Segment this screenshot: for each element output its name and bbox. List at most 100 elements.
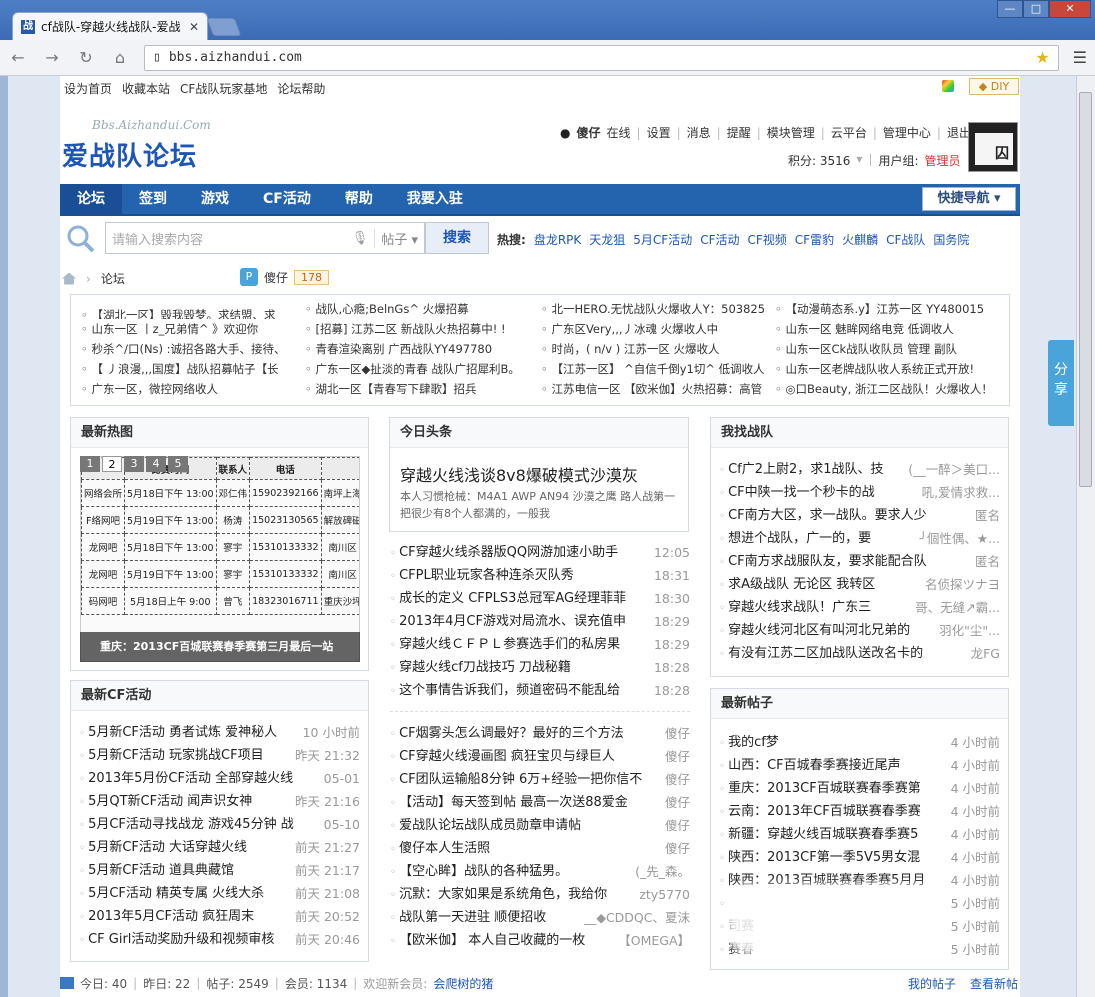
list-item[interactable]: 【活动】每天签到帖 最高一次送88爱金傻仔 [390,791,690,814]
bookmark-star-icon[interactable]: ★ [1035,48,1049,67]
username-link[interactable]: 傻仔 [576,124,600,141]
hot-search-link[interactable]: CF活动 [700,231,739,248]
list-item[interactable]: CF烟雾头怎么调最好？最好的三个方法傻仔 [390,722,690,745]
settings-link[interactable]: 设置 [647,124,671,141]
search-button[interactable]: 搜索 [425,222,489,254]
list-item[interactable]: 5月新CF活动 道具典藏馆前天 21:17 [79,859,360,882]
nav-help[interactable]: 帮助 [328,184,390,214]
list-item[interactable]: 穿越火线求战队！广东三哥、无缝↗霸... [719,596,1000,619]
list-item[interactable]: 想进个战队，广一的，要╯個性偶、★... [719,527,1000,550]
list-item[interactable]: CF南方大区，求一战队。要求人少匿名 [719,504,1000,527]
list-item[interactable]: 陕西：2013CF第一季5V5男女混4 小时前 [719,846,1000,869]
player-base-link[interactable]: CF战队玩家基地 [180,80,267,97]
list-item[interactable]: 5月CF活动寻找战龙 游戏45分钟 战05-10 [79,813,360,836]
list-item[interactable]: ◦ 广东一区◆扯淡的青春 战队广招犀利B。 [305,359,531,379]
breadcrumb-forum[interactable]: 论坛 [101,270,125,287]
list-item[interactable]: 【欧米伽】 本人自己收藏的一枚【OMEGA】 [390,929,690,952]
diy-button[interactable]: ◆ DIY [969,78,1019,95]
search-input[interactable]: 请输入搜索内容 🎙 帖子 ▾ [105,222,425,254]
list-item[interactable]: ◦ 战队,心瘾;BelnGs^ 火爆招募 [305,299,531,319]
view-new-posts-link[interactable]: 查看新帖 [970,975,1018,992]
hot-search-link[interactable]: CF视频 [748,231,787,248]
admin-center-link[interactable]: 管理中心 [883,124,931,141]
slide-page-button[interactable]: 4 [146,456,166,472]
hot-search-link[interactable]: 盘龙RPK [534,231,581,248]
list-item[interactable]: 重庆：2013CF百城联赛春季赛第4 小时前 [719,777,1000,800]
address-bar[interactable]: ▯ bbs.aizhandui.com ★ [144,44,1059,71]
list-item[interactable]: 5月新CF活动 玩家挑战CF项目昨天 21:32 [79,744,360,767]
avatar[interactable]: 囚 [968,122,1018,172]
list-item[interactable]: CF Girl活动奖励升级和视频审核前天 20:46 [79,928,360,951]
nav-join[interactable]: 我要入驻 [390,184,480,214]
list-item[interactable]: 5月CF活动 精英专属 火线大杀前天 21:08 [79,882,360,905]
quick-nav-button[interactable]: 快捷导航 ▾ [922,187,1016,211]
list-item[interactable]: 【空心眸】战队的各种猛男。(_先_森。 [390,860,690,883]
share-button[interactable]: 分享 [1048,340,1074,426]
headline-title[interactable]: 穿越火线浅谈8v8爆破模式沙漠灰 [400,462,638,486]
slide-page-button[interactable]: 3 [124,456,144,472]
list-item[interactable]: CF穿越火线漫画图 疯狂宝贝与绿巨人傻仔 [390,745,690,768]
forum-help-link[interactable]: 论坛帮助 [277,80,325,97]
list-item[interactable]: 2013年5月份CF活动 全部穿越火线05-01 [79,767,360,790]
nav-games[interactable]: 游戏 [184,184,246,214]
back-icon[interactable]: ← [8,48,28,67]
list-item[interactable]: 沉默：大家如果是系统角色，我给你zty5770 [390,883,690,906]
tab-close-icon[interactable]: ✕ [189,20,199,34]
list-item[interactable]: CF团队运输船8分钟 6万+经验一把你信不傻仔 [390,768,690,791]
user-group[interactable]: 管理员 [925,152,961,169]
list-item[interactable]: 新疆：穿越火线百城联赛春季赛54 小时前 [719,823,1000,846]
hot-search-link[interactable]: 5月CF活动 [633,231,692,248]
list-item[interactable]: ◦ 山东一区老牌战队收人系统正式开放! [775,359,1005,379]
list-item[interactable]: 5月QT新CF活动 闻声识女神昨天 21:16 [79,790,360,813]
palette-icon[interactable] [942,80,954,92]
list-item[interactable]: 2013年5月CF活动 疯狂周末前天 20:52 [79,905,360,928]
list-item[interactable]: 2013年4月CF游戏对局流水、误充值申18:29 [390,610,690,633]
list-item[interactable]: ◦ 广东一区，微控网络收人 [81,379,301,399]
microphone-icon[interactable]: 🎙 [352,231,369,246]
site-logo[interactable]: 爱战队论坛 [62,136,197,173]
list-item[interactable]: 5月新CF活动 大话穿越火线前天 21:27 [79,836,360,859]
slide-page-button[interactable]: 2 [102,456,122,472]
list-item[interactable]: 傻仔本人生活照傻仔 [390,837,690,860]
list-item[interactable]: Cf广2上尉2，求1战队、技(__一醉＞美口... [719,458,1000,481]
list-item[interactable]: 成长的定义 CFPLS3总冠军AG经理菲菲18:30 [390,587,690,610]
bookmark-site-link[interactable]: 收藏本站 [122,80,170,97]
forward-icon[interactable]: → [42,48,62,67]
slide-caption[interactable]: 重庆：2013CF百城联赛春季赛第三月最后一站 [80,632,360,662]
menu-icon[interactable]: ☰ [1073,48,1087,67]
list-item[interactable]: ◦ 湖北一区【青春写下肆歌】招兵 [305,379,531,399]
list-item[interactable]: ◦ 【湖北一区】毁我毁梦。求结盟、求 [81,299,301,319]
list-item[interactable]: 5月新CF活动 勇者试炼 爱神秘人10 小时前 [79,721,360,744]
list-item[interactable]: 云南：2013年CF百城联赛春季赛4 小时前 [719,800,1000,823]
list-item[interactable]: ◦ 秒杀^/口(Ns) :诚招各路大手、接待、 [81,339,301,359]
list-item[interactable]: ◦ 山东一区 魅眸网络电竞 低调收人 [775,319,1005,339]
maximize-icon[interactable]: □ [1023,0,1049,18]
nav-cf-activity[interactable]: CF活动 [246,184,328,214]
score-value[interactable]: 积分: 3516 [788,152,850,169]
list-item[interactable]: 这个事情告诉我们，频道密码不能乱给18:28 [390,679,690,702]
hot-search-link[interactable]: CF战队 [886,231,925,248]
hot-search-link[interactable]: 国务院 [933,231,969,248]
list-item[interactable]: CF南方求战服队友，要求能配合队匿名 [719,550,1000,573]
newest-member-link[interactable]: 会爬树的猪 [433,975,493,992]
list-item[interactable]: ◦ 山东一区Ck战队收队员 管理 副队 [775,339,1005,359]
dropdown-icon[interactable]: ▾ [856,152,862,169]
list-item[interactable]: CF中陕一找一个秒卡的战吼,爱情求救... [719,481,1000,504]
list-item[interactable]: ◦ 北一HERO.无忧战队火爆收人Y：503825 [541,299,771,319]
list-item[interactable]: 穿越火线cf刀战技巧 刀战秘籍18:28 [390,656,690,679]
list-item[interactable]: ◦ ◎口Beauty, 浙江二区战队！火爆收人！ [775,379,1005,399]
list-item[interactable]: ◦ 【江苏一区】 ^自信千倒y1切^ 低调收人 [541,359,771,379]
list-item[interactable]: ◦ 山东一区 丨z_兄弟情^ 》欢迎你 [81,319,301,339]
list-item[interactable]: ◦ 【 丿浪漫,,,国度】战队招募帖子【长 [81,359,301,379]
set-homepage-link[interactable]: 设为首页 [64,80,112,97]
window-close-icon[interactable]: ✕ [1049,0,1091,18]
hot-search-link[interactable]: 火麒麟 [842,231,878,248]
slide-page-button[interactable]: 1 [80,456,100,472]
list-item[interactable]: 有没有江苏二区加战队送改名卡的龙FG [719,642,1000,665]
list-item[interactable]: 穿越火线ＣＦＰＬ参赛选手们的私房果18:29 [390,633,690,656]
user-name[interactable]: 傻仔 [264,269,288,286]
list-item[interactable]: CFPL职业玩家各种连杀灭队秀18:31 [390,564,690,587]
search-category-select[interactable]: 帖子 ▾ [374,228,418,248]
list-item[interactable]: ◦ 时尚，( n/v ) 江苏一区 火爆收人 [541,339,771,359]
home-icon[interactable]: ⌂ [110,48,130,67]
